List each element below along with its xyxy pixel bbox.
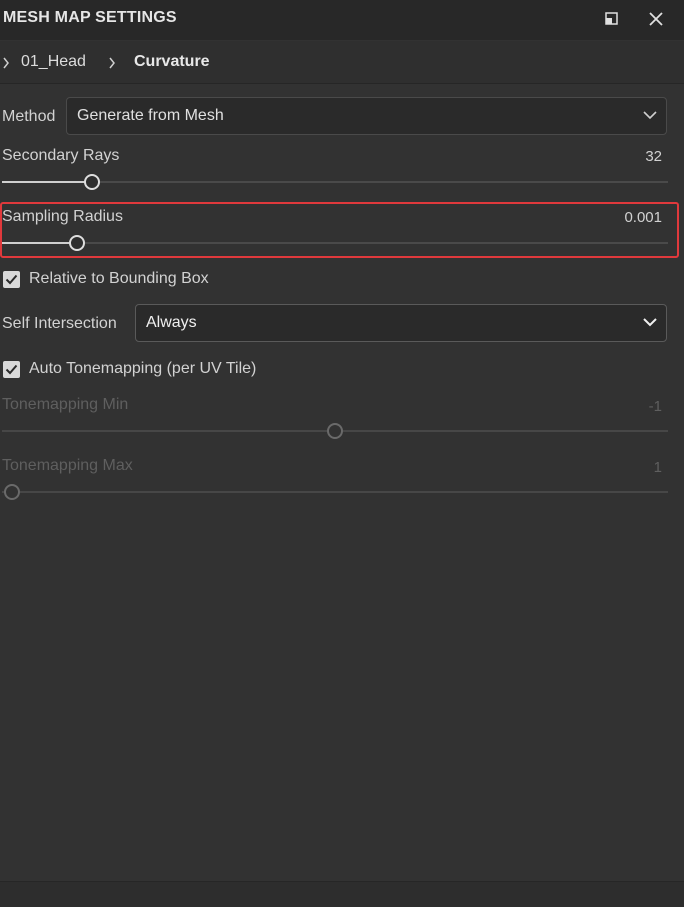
panel-title: MESH MAP SETTINGS xyxy=(3,9,177,26)
chevron-right-icon xyxy=(3,57,9,69)
breadcrumb-item-head[interactable]: 01_Head xyxy=(21,53,86,71)
sampling-radius-label: Sampling Radius xyxy=(2,208,123,225)
method-value: Generate from Mesh xyxy=(77,107,224,124)
self-intersection-dropdown[interactable]: Always xyxy=(135,304,667,342)
method-dropdown[interactable]: Generate from Mesh xyxy=(66,97,667,135)
chevron-down-icon xyxy=(643,111,657,120)
auto-tonemapping-checkbox[interactable] xyxy=(3,361,20,378)
close-button[interactable] xyxy=(646,9,666,29)
checkmark-icon xyxy=(5,274,18,285)
method-label: Method xyxy=(2,108,56,125)
restore-button[interactable] xyxy=(601,9,621,29)
breadcrumb-item-curvature[interactable]: Curvature xyxy=(134,53,210,71)
close-icon xyxy=(649,12,663,26)
relative-bbox-checkbox[interactable] xyxy=(3,271,20,288)
self-intersection-label: Self Intersection xyxy=(2,315,117,332)
chevron-down-icon xyxy=(643,318,657,327)
chevron-right-icon xyxy=(109,57,115,69)
secondary-rays-slider[interactable] xyxy=(2,181,668,183)
restore-icon xyxy=(605,12,618,25)
tonemapping-max-value: 1 xyxy=(653,459,662,476)
auto-tonemapping-label: Auto Tonemapping (per UV Tile) xyxy=(29,360,257,377)
self-intersection-value: Always xyxy=(146,314,197,331)
sampling-radius-fill xyxy=(2,242,78,244)
panel-footer xyxy=(0,882,684,907)
panel-titlebar: MESH MAP SETTINGS xyxy=(0,0,684,40)
checkmark-icon xyxy=(5,364,18,375)
tonemapping-max-slider xyxy=(2,491,668,493)
tonemapping-min-value: -1 xyxy=(648,398,662,415)
tonemapping-max-label: Tonemapping Max xyxy=(2,457,133,474)
sampling-radius-slider[interactable] xyxy=(2,242,668,244)
breadcrumb: 01_Head Curvature xyxy=(0,41,684,84)
relative-bbox-label: Relative to Bounding Box xyxy=(29,270,209,287)
secondary-rays-value: 32 xyxy=(645,148,662,165)
sampling-radius-value: 0.001 xyxy=(624,209,662,226)
sampling-radius-thumb[interactable] xyxy=(69,235,86,251)
secondary-rays-label: Secondary Rays xyxy=(2,147,120,164)
tonemapping-min-thumb xyxy=(327,423,343,439)
secondary-rays-fill xyxy=(2,181,92,183)
secondary-rays-thumb[interactable] xyxy=(83,174,100,190)
tonemapping-min-label: Tonemapping Min xyxy=(2,396,129,413)
tonemapping-max-thumb xyxy=(4,484,20,500)
